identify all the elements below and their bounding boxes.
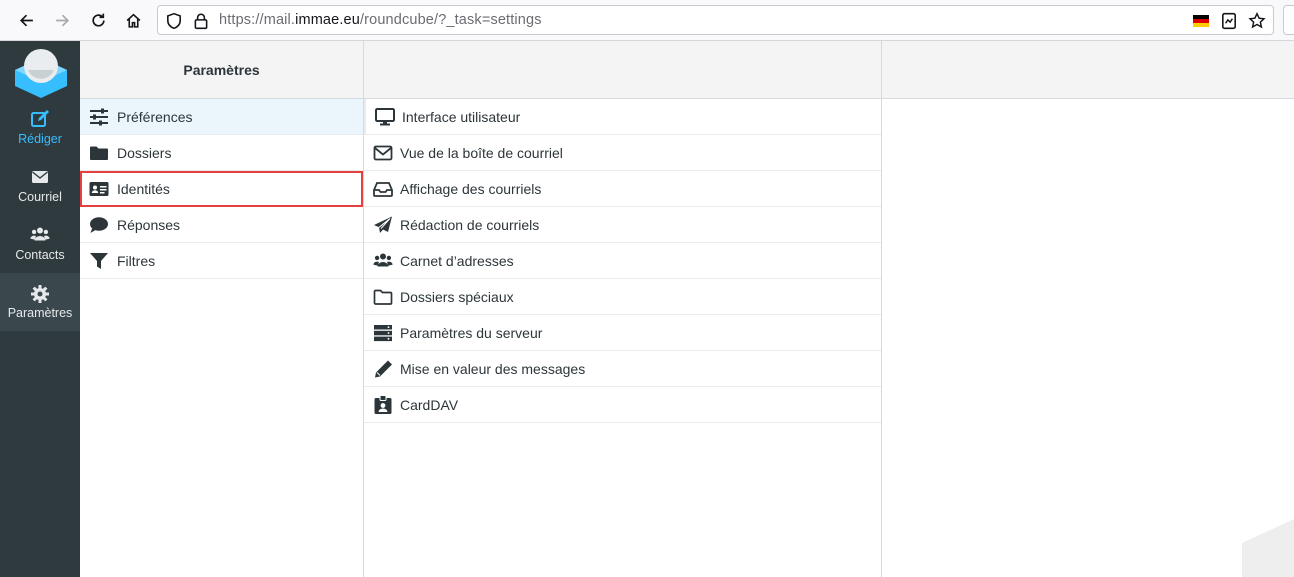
extensions-button[interactable] (1283, 5, 1294, 35)
browser-toolbar: https://mail.immae.eu/roundcube/?_task=s… (0, 0, 1294, 41)
gear-icon (30, 284, 50, 303)
section-user-interface[interactable]: Interface utilisateur (364, 99, 881, 135)
reload-icon[interactable] (84, 6, 112, 34)
section-server-settings[interactable]: Paramètres du serveur (364, 315, 881, 351)
roundcube-logo[interactable] (14, 46, 68, 98)
section-message-display[interactable]: Affichage des courriels (364, 171, 881, 207)
settings-item-responses[interactable]: Réponses (80, 207, 363, 243)
server-icon (373, 324, 393, 342)
app-navigation: Rédiger Courriel Contacts Paramètres (0, 41, 80, 577)
folder-outline-icon (373, 288, 393, 306)
envelope-icon (30, 168, 50, 186)
users-icon (373, 252, 393, 270)
preferences-sections-panel: Interface utilisateur Vue de la boîte de… (364, 41, 882, 577)
content-panel (882, 41, 1294, 577)
url-bar[interactable]: https://mail.immae.eu/roundcube/?_task=s… (157, 5, 1274, 35)
home-icon[interactable] (119, 6, 147, 34)
pencil-icon (373, 360, 393, 378)
german-flag-icon[interactable] (1192, 12, 1210, 30)
sections-header (364, 41, 881, 99)
section-address-book[interactable]: Carnet d’adresses (364, 243, 881, 279)
desktop-icon (375, 107, 395, 126)
settings-item-identities[interactable]: Identités (80, 171, 363, 207)
envelope-outline-icon (373, 144, 393, 162)
section-message-highlight[interactable]: Mise en valeur des messages (364, 351, 881, 387)
nav-settings[interactable]: Paramètres (0, 273, 80, 331)
settings-item-filters[interactable]: Filtres (80, 243, 363, 279)
folder-icon (89, 144, 109, 162)
section-composing[interactable]: Rédaction de courriels (364, 207, 881, 243)
inbox-icon (373, 180, 393, 198)
section-mailbox-view[interactable]: Vue de la boîte de courriel (364, 135, 881, 171)
nav-mail[interactable]: Courriel (0, 157, 80, 215)
watermark-logo (1242, 519, 1294, 577)
settings-item-folders[interactable]: Dossiers (80, 135, 363, 171)
users-icon (30, 226, 50, 244)
section-special-folders[interactable]: Dossiers spéciaux (364, 279, 881, 315)
content-header (882, 41, 1294, 99)
id-card-icon (89, 180, 109, 198)
section-carddav[interactable]: CardDAV (364, 387, 881, 423)
edit-icon (30, 110, 50, 128)
reader-view-icon[interactable] (1220, 12, 1238, 30)
comment-icon (89, 216, 109, 234)
nav-compose[interactable]: Rédiger (0, 99, 80, 157)
settings-list-panel: Paramètres Préférences Dossiers Identité… (80, 41, 364, 577)
settings-item-preferences[interactable]: Préférences (80, 99, 363, 135)
lock-icon[interactable] (192, 12, 210, 30)
bookmark-star-icon[interactable] (1248, 12, 1266, 30)
nav-contacts[interactable]: Contacts (0, 215, 80, 273)
url-text[interactable]: https://mail.immae.eu/roundcube/?_task=s… (219, 12, 542, 28)
forward-arrow-icon[interactable] (48, 6, 76, 34)
filter-icon (89, 252, 109, 270)
shield-icon[interactable] (165, 12, 183, 30)
paper-plane-icon (373, 216, 393, 234)
sliders-icon (89, 108, 109, 126)
id-badge-icon (373, 394, 393, 414)
back-arrow-icon[interactable] (12, 6, 40, 34)
settings-title: Paramètres (80, 41, 363, 99)
